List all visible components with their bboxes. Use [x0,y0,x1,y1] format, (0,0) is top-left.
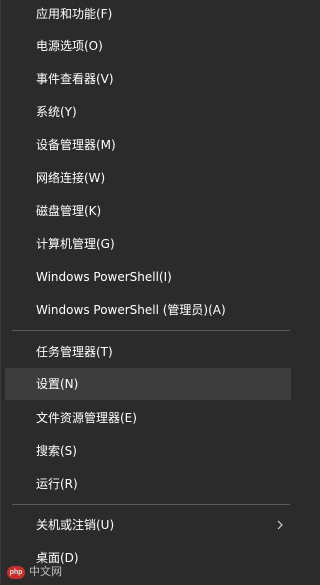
menu-item-settings[interactable]: 设置(N) [5,368,291,400]
menu-item-power-options[interactable]: 电源选项(O) [5,30,291,62]
menu-item-label: 事件查看器(V) [36,72,114,86]
watermark: php 中文网 [7,566,62,579]
menu-item-event-viewer[interactable]: 事件查看器(V) [5,63,291,95]
menu-item-task-manager[interactable]: 任务管理器(T) [5,336,291,368]
chevron-right-icon [277,509,283,541]
menu-divider [12,330,290,331]
menu-item-label: Windows PowerShell (管理员)(A) [36,303,226,317]
menu-item-apps-and-features[interactable]: 应用和功能(F) [5,0,291,30]
menu-item-run[interactable]: 运行(R) [5,468,291,500]
menu-item-network-connections[interactable]: 网络连接(W) [5,162,291,194]
menu-item-label: 系统(Y) [36,105,77,119]
menu-item-shutdown-or-sign-out[interactable]: 关机或注销(U) [5,509,291,541]
menu-item-label: 应用和功能(F) [36,7,113,21]
menu-item-label: 设备管理器(M) [36,138,116,152]
menu-item-powershell[interactable]: Windows PowerShell(I) [5,261,291,293]
watermark-text: 中文网 [29,566,62,578]
menu-item-label: 运行(R) [36,477,78,491]
menu-item-label: 关机或注销(U) [36,518,115,532]
menu-item-label: 计算机管理(G) [36,237,115,251]
menu-item-file-explorer[interactable]: 文件资源管理器(E) [5,402,291,434]
watermark-logo: php [7,566,25,579]
menu-item-label: Windows PowerShell(I) [36,270,172,284]
menu-item-disk-management[interactable]: 磁盘管理(K) [5,195,291,227]
menu-item-label: 网络连接(W) [36,171,106,185]
menu-divider [12,504,290,505]
winx-context-menu: 应用和功能(F) 电源选项(O) 事件查看器(V) 系统(Y) 设备管理器(M)… [0,0,295,585]
menu-item-label: 文件资源管理器(E) [36,411,137,425]
menu-item-device-manager[interactable]: 设备管理器(M) [5,129,291,161]
menu-item-powershell-admin[interactable]: Windows PowerShell (管理员)(A) [5,294,291,326]
menu-item-label: 磁盘管理(K) [36,204,102,218]
menu-item-label: 设置(N) [36,377,79,391]
menu-item-label: 搜索(S) [36,444,77,458]
menu-item-search[interactable]: 搜索(S) [5,435,291,467]
menu-item-system[interactable]: 系统(Y) [5,96,291,128]
menu-item-computer-management[interactable]: 计算机管理(G) [5,228,291,260]
menu-item-label: 桌面(D) [36,551,79,565]
menu-item-label: 电源选项(O) [36,39,103,53]
menu-item-label: 任务管理器(T) [36,345,113,359]
